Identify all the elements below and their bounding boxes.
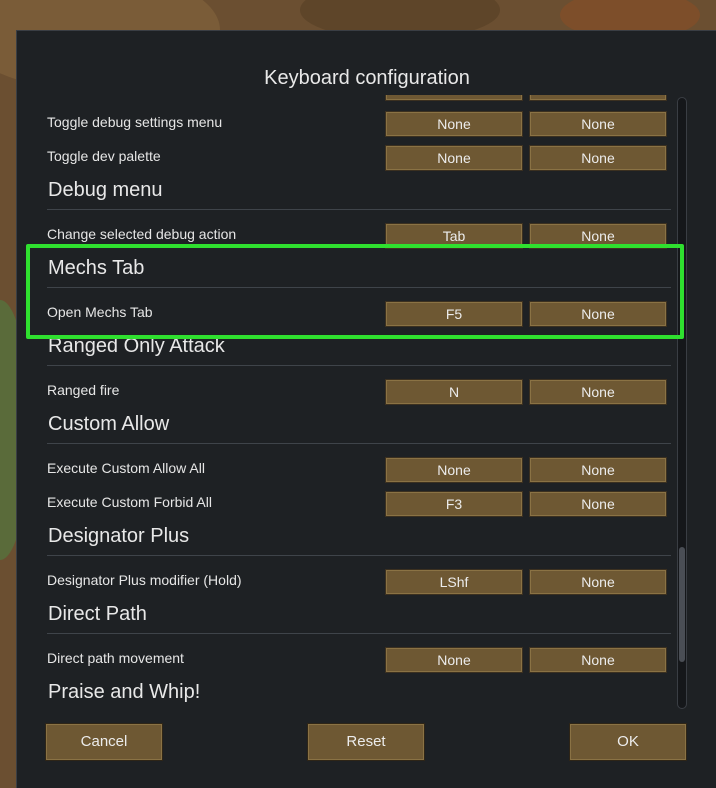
scrollbar-thumb[interactable] bbox=[679, 547, 685, 662]
category-header: Custom Allow bbox=[47, 409, 671, 444]
highlight-box-mechs-tab bbox=[26, 244, 684, 339]
key-button-primary[interactable]: LShf bbox=[385, 569, 523, 595]
key-button-secondary[interactable]: None bbox=[529, 569, 667, 595]
key-button-primary[interactable]: None bbox=[385, 145, 523, 171]
key-button-secondary[interactable]: None bbox=[529, 457, 667, 483]
keybinding-row: Ranged fire N None bbox=[47, 377, 669, 405]
category-title: Designator Plus bbox=[48, 525, 190, 547]
scrollbar[interactable] bbox=[677, 97, 687, 709]
keybinding-label: Ranged fire bbox=[47, 382, 120, 398]
keyboard-config-dialog: Keyboard configuration Toggle debug sett… bbox=[16, 30, 716, 788]
keybinding-label: Direct path movement bbox=[47, 650, 184, 666]
keybinding-label: Toggle dev palette bbox=[47, 148, 161, 164]
key-button-primary[interactable]: F3 bbox=[385, 491, 523, 517]
category-title: Debug menu bbox=[48, 179, 163, 201]
category-title: Praise and Whip! bbox=[48, 681, 201, 703]
category-header: Praise and Whip! bbox=[47, 677, 671, 711]
key-button-primary[interactable]: None bbox=[385, 111, 523, 137]
keybinding-list[interactable]: Toggle debug settings menu None None Tog… bbox=[17, 95, 689, 745]
category-header: Designator Plus bbox=[47, 521, 671, 556]
key-button-primary[interactable]: N bbox=[385, 379, 523, 405]
key-button-secondary[interactable]: None bbox=[529, 647, 667, 673]
keybinding-label: Toggle debug settings menu bbox=[47, 114, 223, 130]
key-button-primary[interactable]: None bbox=[385, 647, 523, 673]
keybinding-row: Designator Plus modifier (Hold) LShf Non… bbox=[47, 567, 669, 595]
keybinding-label: Execute Custom Allow All bbox=[47, 460, 205, 476]
key-button-primary[interactable] bbox=[385, 95, 523, 101]
keybinding-row: Toggle dev palette None None bbox=[47, 143, 669, 171]
cancel-button[interactable]: Cancel bbox=[45, 723, 163, 761]
keybinding-row: Execute Custom Forbid All F3 None bbox=[47, 489, 669, 517]
ok-button[interactable]: OK bbox=[569, 723, 687, 761]
reset-button[interactable]: Reset bbox=[307, 723, 425, 761]
category-header: Direct Path bbox=[47, 599, 671, 634]
keybinding-row-partial bbox=[47, 95, 669, 101]
keybinding-label: Change selected debug action bbox=[47, 226, 237, 242]
category-title: Direct Path bbox=[48, 603, 147, 625]
key-button-secondary[interactable] bbox=[529, 95, 667, 101]
keybinding-row: Direct path movement None None bbox=[47, 645, 669, 673]
keybinding-label: Designator Plus modifier (Hold) bbox=[47, 572, 242, 588]
category-title: Custom Allow bbox=[48, 413, 170, 435]
category-header: Debug menu bbox=[47, 175, 671, 210]
dialog-title: Keyboard configuration bbox=[264, 67, 470, 89]
key-button-primary[interactable]: None bbox=[385, 457, 523, 483]
keybinding-row: Execute Custom Allow All None None bbox=[47, 455, 669, 483]
keybinding-row: Toggle debug settings menu None None bbox=[47, 109, 669, 137]
key-button-secondary[interactable]: None bbox=[529, 111, 667, 137]
key-button-secondary[interactable]: None bbox=[529, 145, 667, 171]
key-button-secondary[interactable]: None bbox=[529, 379, 667, 405]
keybinding-label: Execute Custom Forbid All bbox=[47, 494, 212, 510]
key-button-secondary[interactable]: None bbox=[529, 491, 667, 517]
